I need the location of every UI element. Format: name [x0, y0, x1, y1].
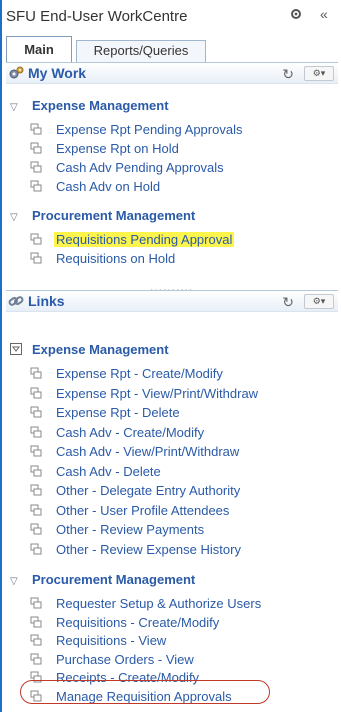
item-label: Cash Adv Pending Approvals: [56, 160, 224, 175]
item-label: Requester Setup & Authorize Users: [56, 596, 262, 611]
links-section-procurement[interactable]: ▽ Procurement Management: [10, 572, 195, 587]
link-page-icon: [30, 142, 42, 154]
item-label: Requisitions - Create/Modify: [56, 614, 220, 630]
link-page-icon: [30, 543, 42, 555]
gear-icon[interactable]: [290, 8, 302, 23]
annotation-circle: [20, 680, 270, 704]
links-title: Links: [28, 293, 65, 309]
item-label: Expense Rpt on Hold: [56, 141, 179, 156]
link-page-icon: [30, 504, 42, 516]
pagelet-options-button[interactable]: ⚙▾: [304, 294, 334, 309]
chain-link-icon: [8, 293, 24, 309]
item-label: Requisitions - View: [56, 633, 167, 648]
workcentre-frame: SFU End-User WorkCentre « Main Reports/Q…: [0, 0, 341, 712]
item-label: Other - Review Payments: [56, 522, 205, 537]
link-page-icon: [30, 180, 42, 192]
tab-bar: Main Reports/Queries: [6, 36, 336, 62]
link-page-icon: [30, 523, 42, 535]
link-page-icon: [30, 387, 42, 399]
link-page-icon: [30, 484, 42, 496]
link-page-icon: [30, 406, 42, 418]
double-chevron-left-icon[interactable]: «: [320, 6, 328, 22]
my-work-title: My Work: [28, 65, 87, 81]
item-label: Cash Adv - View/Print/Withdraw: [56, 444, 240, 459]
refresh-icon[interactable]: ↻: [282, 66, 294, 83]
item-label: Cash Adv on Hold: [56, 179, 161, 194]
collapse-triangle-icon[interactable]: ▽: [10, 102, 22, 113]
item-label: Other - Delegate Entry Authority: [56, 483, 241, 498]
link-page-icon: [30, 465, 42, 477]
section-title: Expense Management: [32, 98, 169, 113]
links-pagelet-header: Links ↻ ⚙▾: [6, 290, 338, 312]
link-page-icon: [30, 233, 42, 245]
link-page-icon: [30, 161, 42, 173]
tab-reports-queries-label: Reports/Queries: [93, 43, 189, 58]
link-page-icon: [30, 616, 42, 628]
item-label: Purchase Orders - View: [56, 651, 194, 667]
item-label: Cash Adv - Create/Modify: [56, 424, 205, 440]
window-title: SFU End-User WorkCentre: [6, 8, 188, 25]
link-page-icon: [30, 634, 42, 646]
item-label: Expense Rpt - Create/Modify: [56, 366, 223, 381]
pagelet-options-button[interactable]: ⚙▾: [304, 66, 334, 81]
link-page-icon: [30, 123, 42, 135]
collapse-triangle-icon[interactable]: [10, 343, 22, 355]
item-label: Expense Rpt Pending Approvals: [56, 122, 243, 137]
link-page-icon: [30, 426, 42, 438]
link-page-icon: [30, 367, 42, 379]
item-label: Cash Adv - Delete: [56, 463, 161, 479]
refresh-icon[interactable]: ↻: [282, 294, 294, 311]
link-page-icon: [30, 597, 42, 609]
item-label: Requisitions on Hold: [56, 251, 176, 266]
my-work-pagelet-header: My Work ↻ ⚙▾: [6, 62, 338, 84]
item-label: Expense Rpt - View/Print/Withdraw: [56, 385, 259, 401]
item-label: Requisitions Pending Approval: [54, 232, 235, 247]
section-title: Procurement Management: [32, 572, 196, 587]
link-page-icon: [30, 252, 42, 264]
item-label: Other - Review Expense History: [56, 541, 241, 557]
tab-main-label: Main: [24, 42, 54, 57]
gears-icon: [8, 65, 24, 81]
my-work-section-expense[interactable]: ▽ Expense Management: [10, 98, 169, 113]
item-label: Expense Rpt - Delete: [56, 405, 180, 420]
collapse-triangle-icon[interactable]: ▽: [10, 576, 22, 587]
title-bar: SFU End-User WorkCentre «: [6, 6, 337, 30]
section-title: Expense Management: [32, 342, 169, 357]
my-work-section-procurement[interactable]: ▽ Procurement Management: [10, 208, 195, 223]
tab-reports-queries[interactable]: Reports/Queries: [76, 40, 206, 62]
collapse-triangle-icon[interactable]: ▽: [10, 212, 22, 223]
link-page-icon: [30, 653, 42, 665]
tab-main[interactable]: Main: [6, 36, 72, 62]
links-section-expense[interactable]: Expense Management: [10, 342, 169, 357]
section-title: Procurement Management: [32, 208, 196, 223]
item-label: Other - User Profile Attendees: [56, 502, 230, 518]
link-page-icon: [30, 445, 42, 457]
